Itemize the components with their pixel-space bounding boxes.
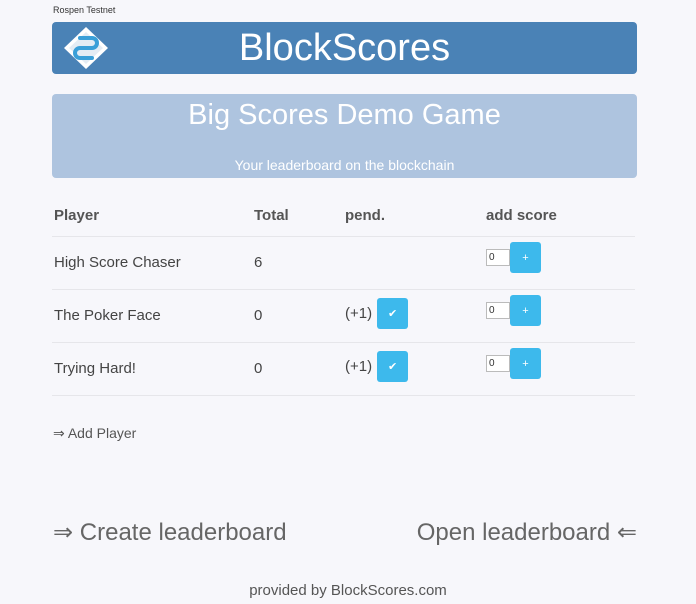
player-name: The Poker Face: [52, 289, 252, 343]
pending-value: (+1): [345, 358, 373, 375]
score-input[interactable]: [486, 249, 510, 266]
table-row: The Poker Face 0 (+1) ✔ +: [52, 289, 635, 343]
game-panel: Big Scores Demo Game Your leaderboard on…: [52, 94, 637, 178]
player-pending: [343, 236, 484, 290]
add-score-button[interactable]: +: [510, 348, 541, 379]
header-add-score: add score: [484, 196, 635, 237]
player-total: 0: [252, 342, 343, 396]
player-pending: (+1) ✔: [343, 342, 484, 396]
add-score-cell: +: [484, 236, 635, 290]
create-leaderboard-link[interactable]: ⇒ Create leaderboard: [53, 518, 287, 547]
network-label: Rospen Testnet: [53, 5, 116, 15]
leaderboard-table: Player Total pend. add score High Score …: [52, 196, 635, 396]
app-root: Rospen Testnet BlockScores Big Scores De…: [0, 0, 696, 604]
score-input[interactable]: [486, 302, 510, 319]
add-score-button[interactable]: +: [510, 242, 541, 273]
header-pending: pend.: [343, 196, 484, 237]
table-row: High Score Chaser 6 +: [52, 236, 635, 290]
player-pending: (+1) ✔: [343, 289, 484, 343]
table-header-row: Player Total pend. add score: [52, 196, 635, 237]
game-subtitle: Your leaderboard on the blockchain: [234, 157, 455, 173]
add-score-cell: +: [484, 342, 635, 396]
confirm-pending-button[interactable]: ✔: [377, 351, 409, 382]
header-bar: BlockScores: [52, 22, 637, 74]
footer-credit: provided by BlockScores.com: [249, 582, 447, 599]
add-score-cell: +: [484, 289, 635, 343]
confirm-pending-button[interactable]: ✔: [377, 298, 409, 329]
brand-title: BlockScores: [238, 27, 451, 69]
player-name: Trying Hard!: [52, 342, 252, 396]
player-total: 0: [252, 289, 343, 343]
add-score-button[interactable]: +: [510, 295, 541, 326]
open-leaderboard-link[interactable]: Open leaderboard ⇐: [417, 518, 637, 547]
score-input[interactable]: [486, 355, 510, 372]
header-total: Total: [252, 196, 343, 237]
pending-value: (+1): [345, 305, 373, 322]
table-row: Trying Hard! 0 (+1) ✔ +: [52, 342, 635, 396]
game-title: Big Scores Demo Game: [188, 99, 501, 131]
player-total: 6: [252, 236, 343, 290]
add-player-link[interactable]: ⇒ Add Player: [53, 425, 136, 442]
player-name: High Score Chaser: [52, 236, 252, 290]
header-player: Player: [52, 196, 252, 237]
